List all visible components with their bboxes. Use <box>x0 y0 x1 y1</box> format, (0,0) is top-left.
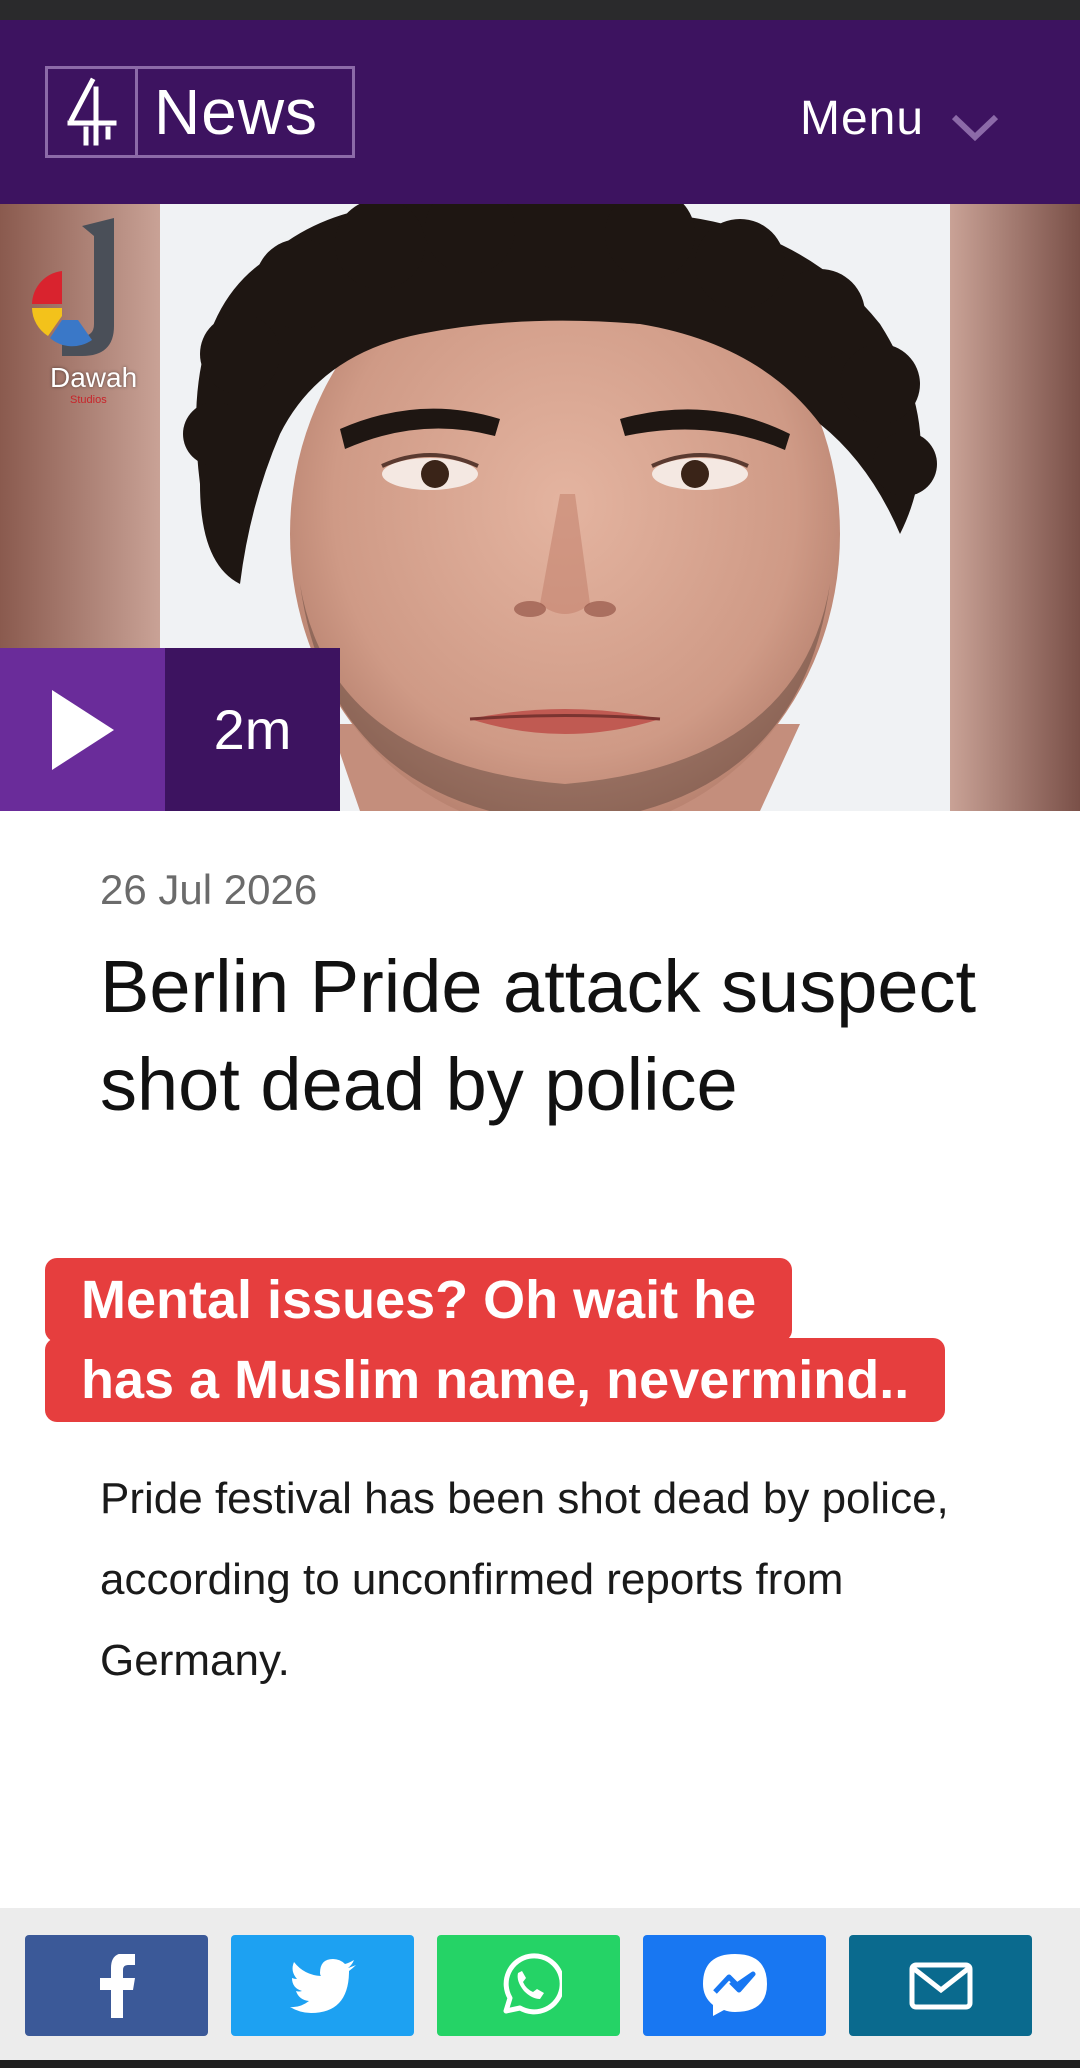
play-icon <box>51 689 114 770</box>
article-date: 26 Jul 2026 <box>100 866 318 913</box>
menu-label: Menu <box>800 91 925 145</box>
play-button[interactable] <box>0 648 165 811</box>
whatsapp-icon <box>503 1952 562 2014</box>
watermark-subtext: Studios <box>70 394 107 406</box>
caption-line-2: has a Muslim name, nevermind.. <box>45 1338 946 1422</box>
channel4-news-logo[interactable]: News <box>45 66 355 158</box>
chevron-down-icon <box>950 98 1000 153</box>
channel4-logo-icon <box>48 69 138 155</box>
twitter-share-button[interactable] <box>231 1935 414 2036</box>
hero-video[interactable]: Dawah Studios 2m <box>0 204 1080 811</box>
caption-line-1: Mental issues? Oh wait he <box>45 1258 793 1342</box>
facebook-share-button[interactable] <box>25 1935 208 2036</box>
email-icon <box>909 1962 972 2009</box>
email-share-button[interactable] <box>849 1935 1032 2036</box>
status-strip <box>0 0 1080 20</box>
overlay-caption: Mental issues? Oh wait he has a Muslim n… <box>45 1258 955 1422</box>
watermark-text: Dawah <box>50 362 138 393</box>
messenger-share-button[interactable] <box>643 1935 826 2036</box>
article-headline: Berlin Pride attack suspect shot dead by… <box>100 945 977 1126</box>
messenger-icon <box>702 1953 767 2016</box>
whatsapp-share-button[interactable] <box>437 1935 620 2036</box>
facebook-icon <box>99 1953 135 2018</box>
menu-button[interactable]: Menu <box>800 78 1000 158</box>
logo-news-text: News <box>154 76 319 148</box>
share-bar <box>0 1908 1080 2068</box>
article-body: Pride festival has been shot dead by pol… <box>100 1474 949 1685</box>
twitter-icon <box>289 1958 356 2013</box>
dawah-watermark-logo: Dawah Studios <box>22 216 137 406</box>
bottom-strip <box>0 2060 1080 2068</box>
video-duration: 2m <box>165 648 340 811</box>
site-header: News Menu <box>0 20 1080 204</box>
